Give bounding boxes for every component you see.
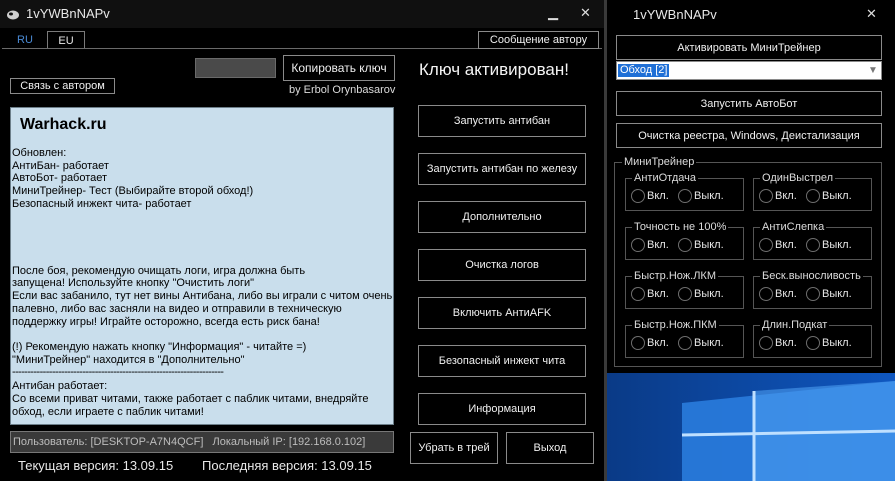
option-label: Быстр.Нож.ЛКМ <box>632 270 718 282</box>
radio-off[interactable] <box>806 189 820 203</box>
minimize-to-tray-button[interactable]: Убрать в трей <box>410 432 498 464</box>
radio-on[interactable] <box>759 189 773 203</box>
radio-on[interactable] <box>631 238 645 252</box>
radio-on[interactable] <box>759 287 773 301</box>
on-label: Вкл. <box>775 288 797 300</box>
contact-author-button[interactable]: Связь с автором <box>10 78 115 94</box>
minimize-icon[interactable]: ▁ <box>548 6 558 20</box>
off-label: Выкл. <box>694 288 724 300</box>
status-text: Пользователь: [DESKTOP-A7N4QCF] Локальны… <box>13 436 366 448</box>
info-line: "МиниТрейнер" находится в "Дополнительно… <box>12 354 245 366</box>
on-label: Вкл. <box>775 190 797 202</box>
desktop-wallpaper <box>604 373 895 481</box>
bypass-select[interactable]: Обход [2] ▼ <box>616 61 882 80</box>
off-label: Выкл. <box>822 239 852 251</box>
chevron-down-icon: ▼ <box>868 65 878 76</box>
on-label: Вкл. <box>647 239 669 251</box>
info-separator: ----------------------------------------… <box>12 366 224 378</box>
radio-on[interactable] <box>631 336 645 350</box>
radio-off[interactable] <box>678 189 692 203</box>
copy-key-button[interactable]: Копировать ключ <box>283 55 395 81</box>
tab-eu[interactable]: EU <box>47 31 85 49</box>
information-button[interactable]: Информация <box>418 393 586 425</box>
radio-off[interactable] <box>678 238 692 252</box>
info-line: поддержку игры! Играйте осторожно, всегд… <box>12 316 320 328</box>
info-line: Безопасный инжект чита- работает <box>12 198 192 210</box>
radio-off[interactable] <box>678 336 692 350</box>
on-label: Вкл. <box>775 337 797 349</box>
author-credit: by Erbol Orynbasarov <box>289 84 396 96</box>
option-label: ОдинВыстрел <box>760 172 836 184</box>
option-label: Беск.выносливость <box>760 270 863 282</box>
radio-on[interactable] <box>631 189 645 203</box>
trainer-title-text: 1vYWBnNAPv <box>633 7 717 22</box>
off-label: Выкл. <box>822 190 852 202</box>
main-title-text: 1vYWBnNAPv <box>26 6 110 21</box>
radio-off[interactable] <box>806 238 820 252</box>
info-line: После боя, рекомендую очищать логи, игра… <box>12 265 306 277</box>
off-label: Выкл. <box>694 190 724 202</box>
main-title-bar[interactable]: 1vYWBnNAPv ▁ ✕ <box>0 0 604 28</box>
close-icon[interactable]: ✕ <box>580 6 591 20</box>
info-line: Антибан работает: <box>12 380 108 392</box>
off-label: Выкл. <box>694 337 724 349</box>
main-window: 1vYWBnNAPv ▁ ✕ RU EU Сообщение автору Св… <box>0 0 604 481</box>
off-label: Выкл. <box>822 288 852 300</box>
latest-version: Последняя версия: 13.09.15 <box>202 458 372 473</box>
app-logo-icon <box>7 10 19 20</box>
option-label: Точность не 100% <box>632 221 729 233</box>
key-field[interactable] <box>195 58 276 78</box>
radio-on[interactable] <box>759 336 773 350</box>
enable-antiafk-button[interactable]: Включить АнтиAFK <box>418 297 586 329</box>
clean-logs-button[interactable]: Очистка логов <box>418 249 586 281</box>
activate-trainer-button[interactable]: Активировать МиниТрейнер <box>616 35 882 60</box>
on-label: Вкл. <box>647 288 669 300</box>
option-label: АнтиОтдача <box>632 172 698 184</box>
radio-on[interactable] <box>631 287 645 301</box>
trainer-close-icon[interactable]: ✕ <box>866 7 877 21</box>
radio-off[interactable] <box>806 287 820 301</box>
desktop-background <box>604 373 895 481</box>
radio-off[interactable] <box>806 336 820 350</box>
info-panel: Warhack.ru Обновлен: АнтиБан- работает А… <box>10 107 394 425</box>
window-divider <box>604 0 607 481</box>
info-line: палевно, либо вас засняли на видео и отп… <box>12 303 342 315</box>
off-label: Выкл. <box>694 239 724 251</box>
exit-button[interactable]: Выход <box>506 432 594 464</box>
safe-inject-button[interactable]: Безопасный инжект чита <box>418 345 586 377</box>
start-hardware-antiban-button[interactable]: Запустить антибан по железу <box>418 153 586 185</box>
info-line: (!) Рекомендую нажать кнопку "Информация… <box>12 341 307 353</box>
message-author-button[interactable]: Сообщение автору <box>478 31 599 49</box>
on-label: Вкл. <box>647 190 669 202</box>
info-line: МиниТрейнер- Тест (Выбирайте второй обхо… <box>12 185 254 197</box>
info-line: АнтиБан- работает <box>12 160 109 172</box>
info-line: запущена! Используйте кнопку "Очистить л… <box>12 277 255 289</box>
info-line: обход, если играете с паблик читами! <box>12 406 204 418</box>
on-label: Вкл. <box>647 337 669 349</box>
on-label: Вкл. <box>775 239 797 251</box>
radio-off[interactable] <box>678 287 692 301</box>
trainer-window: 1vYWBnNAPv ✕ Активировать МиниТрейнер Об… <box>607 0 895 373</box>
option-label: АнтиСлепка <box>760 221 827 233</box>
additional-button[interactable]: Дополнительно <box>418 201 586 233</box>
info-line: Со всеми приват читами, также работает с… <box>12 393 369 405</box>
info-line: Если вас забанило, тут нет вины Антибана… <box>12 290 393 302</box>
bypass-select-value: Обход [2] <box>618 64 670 77</box>
off-label: Выкл. <box>822 337 852 349</box>
info-title: Warhack.ru <box>20 116 107 133</box>
start-autobot-button[interactable]: Запустить АвтоБот <box>616 91 882 116</box>
tab-ru[interactable]: RU <box>9 31 41 49</box>
info-line: АвтоБот- работает <box>12 172 108 184</box>
trainer-group-label: МиниТрейнер <box>622 156 697 168</box>
option-label: Быстр.Нож.ПКМ <box>632 319 719 331</box>
start-antiban-button[interactable]: Запустить антибан <box>418 105 586 137</box>
status-bar: Пользователь: [DESKTOP-A7N4QCF] Локальны… <box>10 431 394 453</box>
current-version: Текущая версия: 13.09.15 <box>18 458 174 473</box>
option-label: Длин.Подкат <box>760 319 830 331</box>
radio-on[interactable] <box>759 238 773 252</box>
clean-registry-button[interactable]: Очистка реестра, Windows, Деистализация <box>616 123 882 148</box>
info-line: Обновлен: <box>12 147 67 159</box>
key-status-label: Ключ активирован! <box>419 60 569 79</box>
